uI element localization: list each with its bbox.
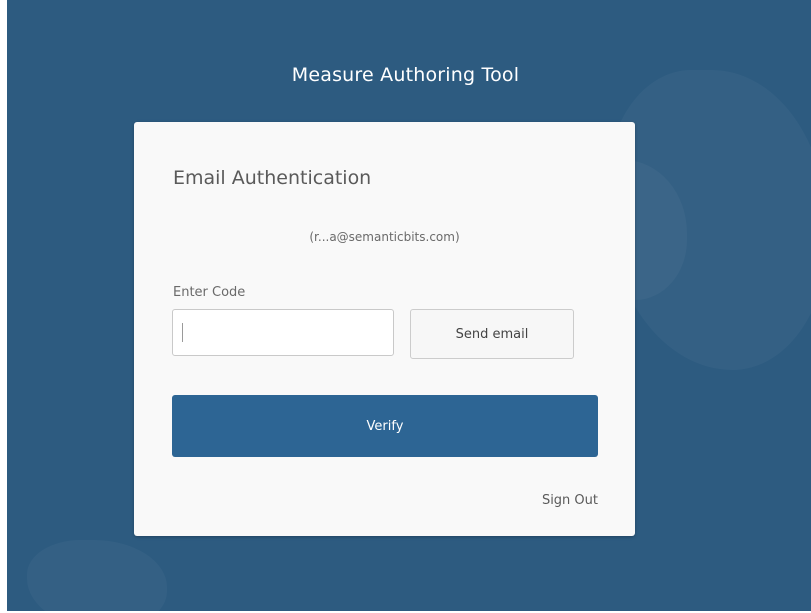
code-input[interactable] — [172, 309, 394, 356]
auth-card: Email Authentication (r...a@semanticbits… — [134, 122, 635, 536]
app-title: Measure Authoring Tool — [291, 64, 520, 86]
card-title: Email Authentication — [173, 167, 372, 189]
verify-button[interactable]: Verify — [172, 395, 598, 457]
masked-email: (r...a@semanticbits.com) — [309, 230, 460, 244]
code-label: Enter Code — [173, 285, 246, 300]
background-map-shape — [27, 540, 167, 611]
text-caret — [182, 323, 183, 342]
send-email-button[interactable]: Send email — [410, 309, 574, 359]
sign-out-link[interactable]: Sign Out — [542, 493, 598, 508]
